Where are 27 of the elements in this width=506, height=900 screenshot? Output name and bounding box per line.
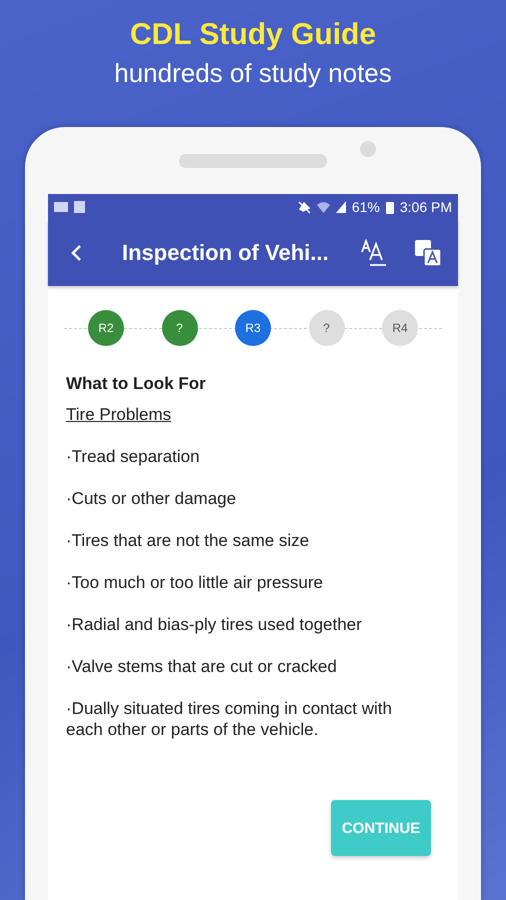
battery-icon: [386, 200, 394, 214]
signal-icon: [336, 201, 346, 213]
text-size-button[interactable]: [360, 238, 388, 268]
promo-title: CDL Study Guide: [130, 18, 376, 52]
progress-step[interactable]: R3: [235, 310, 271, 346]
note-item: ·Valve stems that are cut or cracked: [66, 656, 338, 677]
progress-step[interactable]: ?: [162, 310, 198, 346]
note-item: ·Tires that are not the same size: [66, 530, 310, 551]
section-heading: What to Look For: [66, 374, 207, 394]
progress-step[interactable]: R4: [382, 310, 418, 346]
progress-step[interactable]: ?: [308, 310, 344, 346]
wifi-icon: [316, 201, 330, 213]
note-item: ·Cuts or other damage: [66, 488, 238, 509]
promo-subtitle: hundreds of study notes: [114, 58, 392, 89]
back-button[interactable]: [70, 244, 82, 262]
note-item: ·Radial and bias-ply tires used together: [66, 614, 363, 635]
mute-icon: [298, 200, 311, 214]
progress-step[interactable]: R2: [88, 310, 124, 346]
battery-percent: 61%: [352, 199, 380, 215]
clock-time: 3:06 PM: [400, 199, 452, 215]
camera-lens: [360, 141, 376, 157]
section-subheading: Tire Problems: [66, 405, 172, 425]
translate-button[interactable]: [414, 239, 442, 267]
note-item: ·Dually situated tires coming in contact with each other or parts of the vehicle.: [66, 698, 393, 740]
note-item: ·Tread separation: [66, 446, 201, 467]
screen-title: Inspection of Vehi...: [122, 240, 330, 266]
note-item: ·Too much or too little air pressure: [66, 572, 324, 593]
